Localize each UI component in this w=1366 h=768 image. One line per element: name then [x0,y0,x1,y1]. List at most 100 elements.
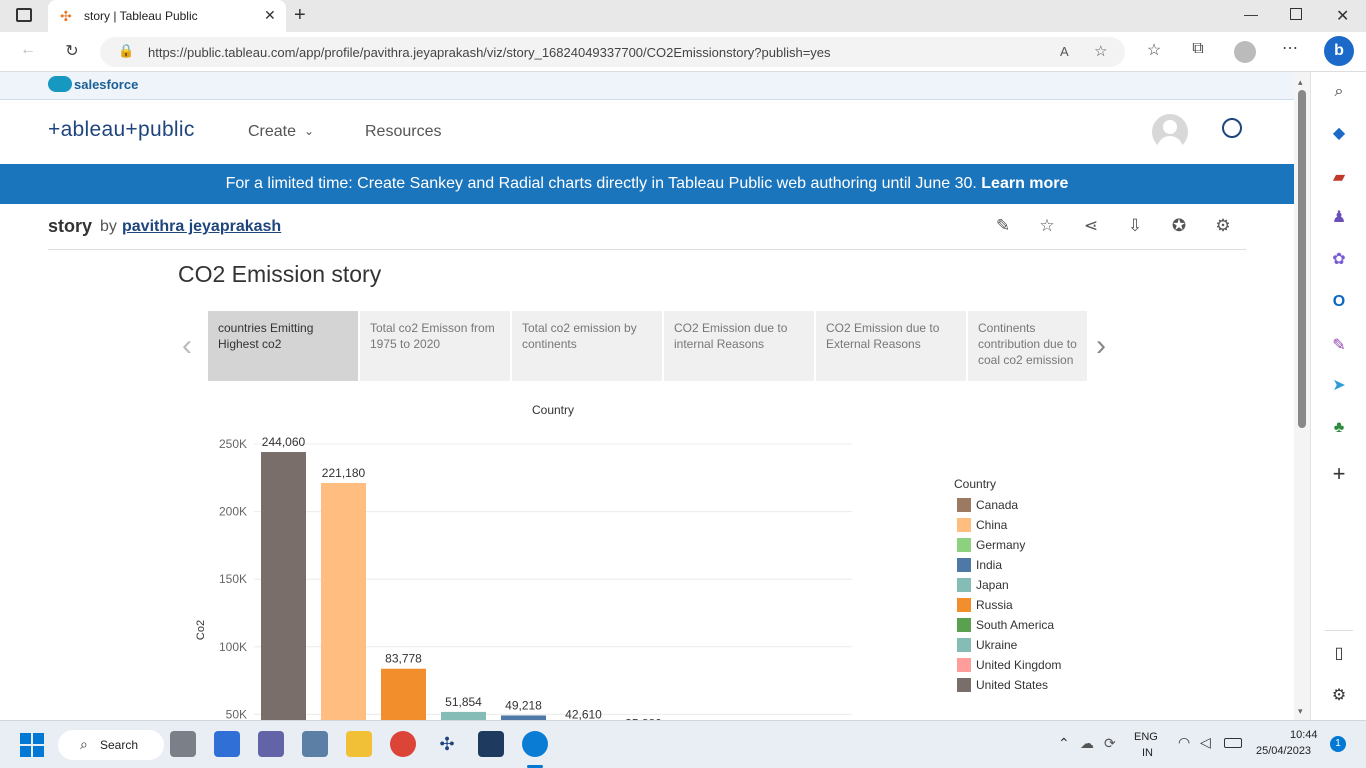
story-point-5[interactable]: CO2 Emission due to External Reasons [816,311,966,381]
browser-tab-bar: ✣ story | Tableau Public ✕ + — ✕ [0,0,1366,32]
start-windows-icon[interactable] [20,733,44,757]
profile-avatar[interactable] [1234,41,1256,63]
bar-3 [381,668,426,720]
nav-create[interactable]: Create [248,123,296,141]
onedrive-icon[interactable]: ☁ [1080,735,1094,752]
story-point-4[interactable]: CO2 Emission due to internal Reasons [664,311,814,381]
mysql-icon[interactable] [478,731,504,757]
lang-primary[interactable]: ENG [1134,731,1158,743]
taskbar-search-box[interactable]: ⌕ Search [58,730,164,760]
sync-icon[interactable]: ⟳ [1104,735,1116,752]
web-page: salesforce +ableau+public Create ⌄ Resou… [0,72,1294,720]
download-icon[interactable]: ⇩ [1124,216,1146,238]
clock-time[interactable]: 10:44 [1290,729,1318,741]
page-scrollbar[interactable]: ▴ ▾ [1294,72,1310,720]
close-window-icon[interactable]: ✕ [1336,6,1349,26]
legend-item-label: United States [976,678,1048,692]
snipping-tool-icon[interactable] [302,731,328,757]
legend-swatch [957,578,971,592]
story-title: CO2 Emission story [178,261,382,287]
close-tab-icon[interactable]: ✕ [264,7,276,24]
edge-taskbar-icon[interactable] [522,731,548,757]
legend-item-label: China [976,518,1008,532]
back-icon[interactable]: ← [16,41,40,59]
bar-value-label: 83,778 [385,652,422,666]
y-tick-label: 50K [226,707,247,720]
notification-badge[interactable]: 1 [1330,736,1346,752]
favorite-star-icon[interactable]: ☆ [1036,216,1058,238]
task-view-icon[interactable] [170,731,196,757]
lang-secondary[interactable]: IN [1142,747,1153,759]
tray-overflow-icon[interactable]: ⌃ [1058,735,1070,752]
more-menu-icon[interactable]: ⋯ [1278,38,1302,58]
author-link[interactable]: pavithra jeyaprakash [122,218,281,236]
settings-gear-icon[interactable]: ⚙ [1212,216,1234,238]
minimize-icon[interactable]: — [1244,6,1258,22]
share-icon[interactable]: ⋖ [1080,216,1102,238]
bar-value-label: 221,180 [322,466,366,480]
shopping-tag-icon[interactable]: ◆ [1327,122,1351,146]
sidebar-settings-icon[interactable]: ⚙ [1327,684,1351,708]
widgets-icon[interactable] [214,731,240,757]
volume-icon[interactable]: ◁ [1200,734,1211,751]
copilot-icon[interactable]: ✿ [1327,248,1351,272]
story-prev-icon[interactable]: ‹ [182,329,192,363]
file-explorer-icon[interactable] [346,731,372,757]
story-point-1[interactable]: countries Emitting Highest co2 [208,311,358,381]
scroll-down-icon[interactable]: ▾ [1298,706,1303,717]
outlook-icon[interactable]: O [1327,290,1351,314]
battery-icon[interactable] [1224,738,1242,748]
collections-icon[interactable]: ⧉ [1186,40,1210,58]
legend-item-label: Russia [976,598,1013,612]
wifi-icon[interactable]: ◠ [1178,734,1190,751]
refresh-icon[interactable]: ↻ [60,41,84,61]
viz-name: story [48,216,93,236]
teams-icon[interactable] [258,731,284,757]
legend-item-label: India [976,558,1002,572]
scroll-up-icon[interactable]: ▴ [1298,78,1306,87]
tableau-taskbar-icon[interactable]: ✣ [434,731,460,757]
story-point-2[interactable]: Total co2 Emisson from 1975 to 2020 [360,311,510,381]
sidebar-search-icon[interactable]: ⌕ [1327,80,1351,104]
tableau-public-logo[interactable]: +ableau+public [48,118,195,142]
browser-tab[interactable]: ✣ story | Tableau Public ✕ [48,0,286,32]
story-next-icon[interactable]: › [1096,329,1106,363]
tab-actions-icon[interactable] [16,8,32,22]
taskbar-search-icon: ⌕ [80,736,88,752]
search-icon[interactable] [1222,118,1242,138]
address-field[interactable]: 🔒 https://public.tableau.com/app/profile… [100,37,1125,67]
legend-swatch [957,598,971,612]
tools-briefcase-icon[interactable]: ▰ [1327,166,1351,190]
restore-icon[interactable] [1290,8,1302,20]
add-sidebar-app-icon[interactable]: + [1327,462,1351,486]
legend-item-label: Germany [976,538,1025,552]
story-point-6[interactable]: Continents contribution due to coal co2 … [968,311,1087,381]
learn-more-link[interactable]: Learn more [981,175,1068,192]
add-favorite-icon[interactable]: ☆ [1094,42,1107,60]
lock-icon[interactable]: 🔒 [118,43,134,59]
y-axis-title: Co2 [195,620,207,640]
designer-icon[interactable]: ✎ [1327,334,1351,358]
send-icon[interactable]: ➤ [1327,374,1351,398]
legend-item-label: Japan [976,578,1009,592]
nav-resources[interactable]: Resources [365,123,441,141]
chevron-down-icon: ⌄ [304,124,315,138]
legend-swatch [957,618,971,632]
viz-header: story by pavithra jeyaprakash ✎ ☆ ⋖ ⇩ ✪ … [48,204,1246,250]
story-point-3[interactable]: Total co2 emission by continents [512,311,662,381]
badge-icon[interactable]: ✪ [1168,216,1190,238]
games-icon[interactable]: ♟ [1327,206,1351,230]
legend-item-label: United Kingdom [976,658,1061,672]
split-screen-icon[interactable]: ▯ [1327,642,1351,666]
new-tab-icon[interactable]: + [294,4,306,27]
clock-date[interactable]: 25/04/2023 [1256,745,1311,757]
user-avatar[interactable] [1152,114,1188,150]
salesforce-label[interactable]: salesforce [74,77,138,92]
tree-icon[interactable]: ♣ [1327,416,1351,440]
scrollbar-thumb[interactable] [1298,90,1306,428]
chrome-icon[interactable] [390,731,416,757]
favorites-icon[interactable]: ☆ [1142,40,1166,60]
edit-viz-icon[interactable]: ✎ [992,216,1014,238]
bing-chat-icon[interactable]: b [1324,36,1354,66]
read-aloud-icon[interactable]: A [1060,44,1069,59]
